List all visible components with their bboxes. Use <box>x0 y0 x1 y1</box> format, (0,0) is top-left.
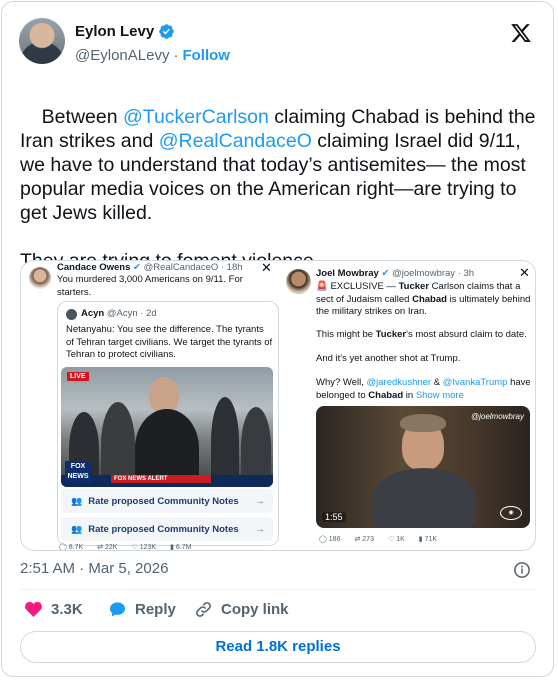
text-fragment: @IvankaTrump <box>442 377 508 388</box>
link-icon <box>196 602 211 617</box>
arrow-right-icon: → <box>255 495 266 507</box>
embedded-handle-joel: @joelmowbray · 3h <box>392 268 475 279</box>
text-fragment: @jaredkushner <box>366 377 432 388</box>
mention-link-realcandaceo[interactable]: @RealCandaceO <box>159 130 312 152</box>
embedded-handle-acyn: @Acyn · 2d <box>106 308 157 319</box>
text-fragment: This might be <box>316 329 376 340</box>
embedded-close-icon: ✕ <box>519 265 530 280</box>
embedded-avatar-acyn <box>66 309 77 320</box>
author-handle[interactable]: @EylonALevy <box>75 47 169 64</box>
community-notes-label: Rate proposed Community Notes <box>88 495 239 507</box>
embedded-name-joel: Joel Mowbray <box>316 268 379 279</box>
embedded-header-acyn: Acyn @Acyn · 2d <box>81 308 271 321</box>
embedded-name-acyn: Acyn <box>81 308 105 319</box>
reply-label: Reply <box>135 601 176 618</box>
embedded-close-icon: ✕ <box>261 260 272 275</box>
mention-link-tuckercarlson[interactable]: @TuckerCarlson <box>123 106 269 128</box>
embedded-metric-reposts: ⇄ 273 <box>354 536 374 543</box>
separator-dot: · <box>173 47 179 64</box>
embedded-metric-views: ▮ 71K <box>418 536 438 543</box>
text-fragment: & <box>431 377 443 388</box>
copy-link-button[interactable]: Copy link <box>194 600 289 619</box>
text-fragment: Tucker <box>398 281 430 292</box>
embedded-avatar-candace <box>29 267 51 289</box>
embedded-text-candace: You murdered 3,000 Americans on 9/11. Fo… <box>57 274 243 298</box>
embedded-news-photo: LIVE FOX NEWS ALERT FOX NEWS <box>61 367 273 487</box>
text-fragment: 's most absurd claim to date. <box>406 329 527 340</box>
video-watermark: @joelmowbray <box>470 412 524 421</box>
embedded-text-acyn: Netanyahu: You see the difference. The t… <box>66 324 273 360</box>
embedded-header-joel: Joel Mowbray ✔ @joelmowbray · 3h <box>316 268 526 281</box>
copy-link-label: Copy link <box>221 601 289 618</box>
community-notes-row: 👥 Rate proposed Community Notes → <box>61 517 273 541</box>
embedded-avatar-joel <box>286 269 311 294</box>
embedded-metric-likes: ♡ 1K <box>387 536 405 543</box>
person-figure <box>149 377 179 413</box>
text-fragment: Show more <box>415 389 464 401</box>
text-fragment: 🚨 EXCLUSIVE — <box>316 281 399 292</box>
embedded-metric-views: ▮ 6.7M <box>170 544 192 551</box>
person-figure <box>211 397 239 487</box>
reply-button[interactable]: Reply <box>108 600 176 619</box>
text-fragment: Why? Well, <box>316 377 367 388</box>
embedded-metrics-right: ◯ 186 ⇄ 273 ♡ 1K ▮ 71K <box>319 535 451 543</box>
like-button[interactable]: 3.3K <box>24 600 83 619</box>
embedded-metric-replies: ◯ 186 <box>319 536 341 543</box>
tweet-timestamp[interactable]: 2:51 AM · Mar 5, 2026 <box>20 560 168 577</box>
embedded-quote-acyn: Acyn @Acyn · 2d Netanyahu: You see the d… <box>57 301 279 546</box>
like-count: 3.3K <box>51 601 83 618</box>
author-avatar[interactable] <box>19 18 65 64</box>
info-icon[interactable] <box>513 561 531 579</box>
person-figure <box>372 468 476 528</box>
embedded-verified-icon: ✔ <box>133 262 141 273</box>
person-figure <box>400 414 446 432</box>
embedded-text-joel-p1: 🚨 EXCLUSIVE — Tucker Carlson claims that… <box>316 281 531 319</box>
embedded-verified-icon: ✔ <box>381 268 390 279</box>
embedded-video-frame: @joelmowbray 1:55 ◉ <box>316 406 530 528</box>
embedded-name-candace: Candace Owens <box>57 262 131 273</box>
author-display-name[interactable]: Eylon Levy <box>75 23 154 40</box>
x-logo-icon[interactable] <box>509 22 533 44</box>
tweet-media-image[interactable]: Candace Owens ✔ @RealCandaceO · 18h ✕ Yo… <box>20 260 536 551</box>
community-notes-row: 👥 Rate proposed Community Notes → <box>61 489 273 513</box>
embedded-header-candace: Candace Owens ✔ @RealCandaceO · 18h <box>57 262 267 275</box>
author-name-row: Eylon Levy <box>75 23 175 40</box>
embedded-metric-reposts: ⇄ 22K <box>97 544 118 551</box>
reply-bubble-icon <box>109 602 126 617</box>
video-logo-icon: ◉ <box>500 506 522 520</box>
tweet-card: Eylon Levy @EylonALevy · Follow Between … <box>1 1 554 677</box>
heart-icon <box>25 601 42 618</box>
embedded-text-joel-p4: Why? Well, @jaredkushner & @IvankaTrump … <box>316 377 531 402</box>
text-fragment: Tucker <box>375 329 407 340</box>
embedded-text-joel-p3: And it's yet another shot at Trump. <box>316 353 461 364</box>
live-badge: LIVE <box>67 372 89 381</box>
text-fragment: Chabad <box>412 293 447 305</box>
people-icon: 👥 <box>71 495 83 506</box>
text-fragment: in <box>403 389 416 401</box>
embedded-metric-likes: ♡ 123K <box>131 544 157 551</box>
arrow-right-icon: → <box>255 523 266 535</box>
embedded-metrics-left: ◯ 8.7K ⇄ 22K ♡ 123K ▮ 6.7M <box>59 543 205 551</box>
people-icon: 👥 <box>71 523 83 534</box>
fox-news-logo: FOX NEWS <box>65 461 91 483</box>
read-replies-button[interactable]: Read 1.8K replies <box>20 631 536 663</box>
video-duration: 1:55 <box>322 512 346 522</box>
embedded-metric-replies: ◯ 8.7K <box>59 544 84 551</box>
follow-button[interactable]: Follow <box>182 47 230 64</box>
embedded-text-joel-p2: This might be Tucker's most absurd claim… <box>316 329 531 342</box>
news-alert-banner: FOX NEWS ALERT <box>111 475 211 483</box>
verified-badge-icon <box>159 24 174 39</box>
divider <box>20 589 536 590</box>
author-handle-row: @EylonALevy · Follow <box>75 47 230 64</box>
text-fragment: Chabad <box>368 389 404 401</box>
community-notes-label: Rate proposed Community Notes <box>88 523 239 535</box>
tweet-text-segment: Between <box>41 106 123 128</box>
embedded-handle-candace: @RealCandaceO · 18h <box>143 262 243 273</box>
